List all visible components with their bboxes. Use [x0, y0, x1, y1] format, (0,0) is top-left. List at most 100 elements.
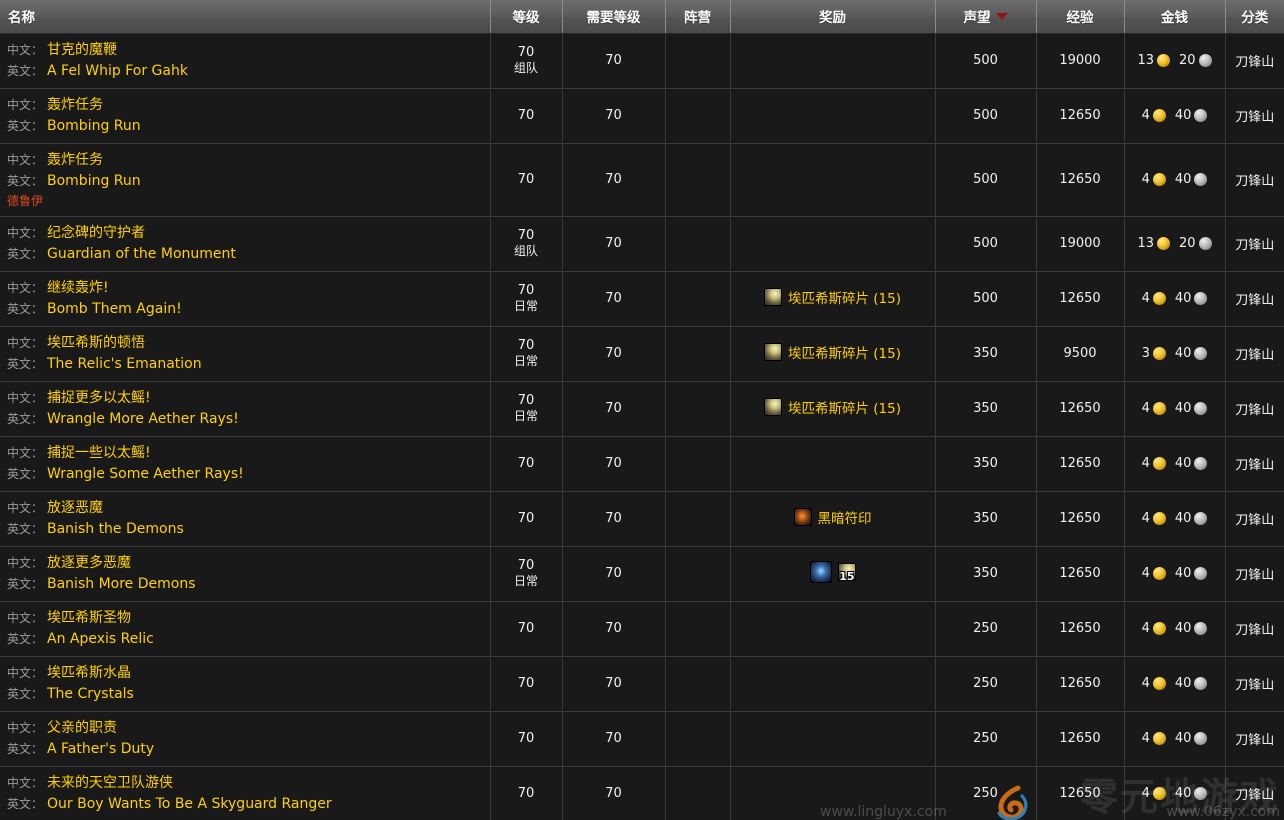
category-link[interactable]: 刀锋山	[1235, 678, 1274, 693]
quest-link-en[interactable]: Bombing Run	[47, 173, 141, 190]
quest-link-cn[interactable]: 未来的天空卫队游侠	[47, 775, 173, 792]
quest-level-tag: 组队	[513, 244, 538, 258]
reputation-cell: 500	[935, 271, 1037, 327]
reward-item-link[interactable]: 埃匹希斯碎片 (15)	[788, 397, 901, 417]
silver-coin-icon	[1194, 732, 1208, 745]
label-chinese: 中文：	[7, 335, 44, 350]
quest-link-cn[interactable]: 甘克的魔鞭	[47, 42, 117, 59]
quest-name-cell: 中文： 继续轰炸! 英文： Bomb Them Again!	[0, 271, 491, 327]
quest-link-en[interactable]: A Father's Duty	[47, 741, 154, 758]
column-header-name[interactable]: 名称	[0, 0, 491, 34]
column-header-reputation[interactable]: 声望	[935, 0, 1037, 34]
category-link[interactable]: 刀锋山	[1235, 623, 1274, 638]
quest-link-en[interactable]: An Apexis Relic	[47, 631, 154, 648]
quest-level-value: 70	[517, 675, 535, 691]
quest-link-cn[interactable]: 放逐更多恶魔	[47, 555, 131, 572]
quest-link-en[interactable]: A Fel Whip For Gahk	[47, 63, 188, 80]
reward-item-link[interactable]: 埃匹希斯碎片 (15)	[788, 287, 901, 307]
column-header-faction[interactable]: 阵营	[665, 0, 731, 34]
reward-item-link[interactable]: 黑暗符印	[818, 507, 872, 527]
category-link[interactable]: 刀锋山	[1235, 458, 1274, 473]
quest-link-cn[interactable]: 轰炸任务	[47, 97, 103, 114]
gold-coin-icon	[1152, 567, 1166, 580]
quest-link-cn[interactable]: 放逐恶魔	[47, 500, 103, 517]
quest-link-cn[interactable]: 父亲的职责	[47, 720, 117, 737]
shard-icon[interactable]	[763, 343, 782, 361]
bluerune-icon[interactable]	[809, 560, 832, 583]
money-cell: 3 40	[1124, 326, 1226, 382]
quest-link-en[interactable]: Banish the Demons	[47, 521, 184, 538]
quest-link-cn[interactable]: 埃匹希斯圣物	[47, 610, 131, 627]
shard-icon[interactable]	[763, 398, 782, 416]
reward-items: 埃匹希斯碎片 (15)	[763, 342, 901, 362]
quest-link-en[interactable]: The Crystals	[47, 686, 134, 703]
darkrune-icon[interactable]	[793, 508, 812, 526]
money-amount: 4 40	[1142, 456, 1208, 471]
quest-link-en[interactable]: Bomb Them Again!	[47, 301, 182, 318]
reward-item-link[interactable]: 埃匹希斯碎片 (15)	[788, 342, 901, 362]
quest-link-cn[interactable]: 捕捉一些以太鳐!	[47, 445, 151, 462]
quest-link-cn[interactable]: 纪念碑的守护者	[47, 225, 145, 242]
money-amount: 4 40	[1142, 731, 1208, 746]
category-link[interactable]: 刀锋山	[1235, 110, 1274, 125]
table-row: 中文： 继续轰炸! 英文： Bomb Them Again! 70 日常 70 埃匹希斯碎片 …	[0, 271, 1284, 327]
quest-link-en[interactable]: The Relic's Emanation	[47, 356, 202, 373]
column-header-experience[interactable]: 经验	[1036, 0, 1125, 34]
required-level-cell: 70	[562, 436, 666, 492]
quest-link-en[interactable]: Wrangle Some Aether Rays!	[47, 466, 244, 483]
quest-level-cell: 70 组队	[490, 33, 563, 89]
category-link[interactable]: 刀锋山	[1235, 513, 1274, 528]
label-english: 英文：	[7, 686, 44, 701]
category-link[interactable]: 刀锋山	[1235, 55, 1274, 70]
column-header-required-level[interactable]: 需要等级	[562, 0, 666, 34]
quest-link-en[interactable]: Bombing Run	[47, 118, 141, 135]
column-header-level[interactable]: 等级	[490, 0, 563, 34]
category-link[interactable]: 刀锋山	[1235, 568, 1274, 583]
silver-amount: 40	[1174, 456, 1192, 471]
quest-link-en[interactable]: Banish More Demons	[47, 576, 195, 593]
silver-coin-icon	[1194, 402, 1208, 415]
gold-amount: 4	[1141, 621, 1150, 636]
quest-link-cn[interactable]: 轰炸任务	[47, 152, 103, 169]
money-amount: 3 40	[1142, 346, 1208, 361]
silver-amount: 40	[1174, 172, 1192, 187]
label-english: 英文：	[7, 576, 44, 591]
silver-amount: 40	[1174, 401, 1192, 416]
silver-coin-icon	[1194, 292, 1208, 305]
quest-link-cn[interactable]: 埃匹希斯水晶	[47, 665, 131, 682]
quest-link-en[interactable]: Guardian of the Monument	[47, 246, 236, 263]
quest-link-cn[interactable]: 埃匹希斯的顿悟	[47, 335, 145, 352]
quest-name-cn-line: 中文： 埃匹希斯圣物	[7, 608, 486, 629]
experience-cell: 12650	[1036, 88, 1125, 144]
category-link[interactable]: 刀锋山	[1235, 403, 1274, 418]
shard-icon[interactable]: 15	[837, 562, 856, 582]
gold-coin-icon	[1152, 402, 1166, 415]
column-header-name-label: 名称	[8, 10, 35, 27]
label-english: 英文：	[7, 301, 44, 316]
category-link[interactable]: 刀锋山	[1235, 733, 1274, 748]
label-english: 英文：	[7, 796, 44, 811]
quest-link-en[interactable]: Wrangle More Aether Rays!	[47, 411, 239, 428]
money-cell: 4 40	[1124, 491, 1226, 547]
gold-amount: 4	[1141, 108, 1150, 123]
category-link[interactable]: 刀锋山	[1235, 293, 1274, 308]
quest-link-en[interactable]: Our Boy Wants To Be A Skyguard Ranger	[47, 796, 332, 813]
quest-link-cn[interactable]: 捕捉更多以太鳐!	[47, 390, 151, 407]
quest-name-cn-line: 中文： 轰炸任务	[7, 95, 486, 116]
quest-name-cell: 中文： 父亲的职责 英文： A Father's Duty	[0, 711, 491, 767]
category-link[interactable]: 刀锋山	[1235, 174, 1274, 189]
shard-icon[interactable]	[763, 288, 782, 306]
label-english: 英文：	[7, 356, 44, 371]
category-link[interactable]: 刀锋山	[1235, 788, 1274, 803]
column-header-reward[interactable]: 奖励	[730, 0, 936, 34]
quest-name-cell: 中文： 埃匹希斯的顿悟 英文： The Relic's Emanation	[0, 326, 491, 382]
reputation-cell: 250	[935, 766, 1037, 820]
column-header-category[interactable]: 分类	[1225, 0, 1284, 34]
column-header-money[interactable]: 金钱	[1124, 0, 1226, 34]
table-row: 中文： 捕捉更多以太鳐! 英文： Wrangle More Aether Rays! 7…	[0, 381, 1284, 437]
category-link[interactable]: 刀锋山	[1235, 348, 1274, 363]
reputation-cell: 500	[935, 216, 1037, 272]
category-link[interactable]: 刀锋山	[1235, 238, 1274, 253]
quest-name-cn-line: 中文： 埃匹希斯水晶	[7, 663, 486, 684]
quest-link-cn[interactable]: 继续轰炸!	[47, 280, 109, 297]
